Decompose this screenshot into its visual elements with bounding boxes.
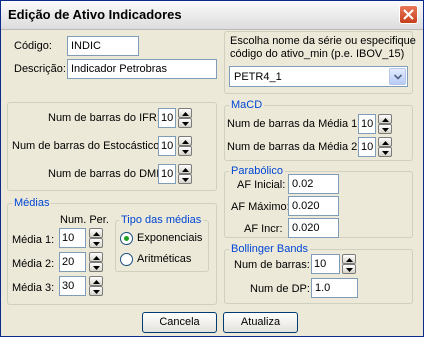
dialog-window: Edição de Ativo Indicadores Código: INDI… xyxy=(0,0,424,337)
media1-spin-up[interactable] xyxy=(89,228,103,238)
dmi-spin-up[interactable] xyxy=(178,164,192,174)
estocastico-input[interactable]: 10 xyxy=(158,136,176,156)
bollinger-dp-label: Num de DP: xyxy=(250,283,310,295)
descricao-label: Descrição: xyxy=(14,63,66,75)
dmi-spinner[interactable] xyxy=(178,164,192,184)
spin-down-icon xyxy=(382,128,389,132)
close-icon xyxy=(403,9,414,20)
tipo-medias-label: Tipo das médias xyxy=(119,214,204,226)
af-maximo-input[interactable]: 0.020 xyxy=(288,196,339,216)
bollinger-group-label: Bollinger Bands xyxy=(229,243,311,255)
spin-down-icon xyxy=(182,122,189,126)
spin-down-icon xyxy=(182,178,189,182)
radio-aritmeticas[interactable] xyxy=(120,253,133,266)
spin-up-icon xyxy=(182,140,189,144)
media3-spinner[interactable] xyxy=(89,276,103,296)
spin-up-icon xyxy=(93,232,100,236)
af-maximo-label: AF Máximo: xyxy=(231,201,290,213)
macd-group-label: MaCD xyxy=(229,99,265,111)
media3-label: Média 3: xyxy=(12,282,55,294)
window-title: Edição de Ativo Indicadores xyxy=(8,7,182,22)
ifr-spin-up[interactable] xyxy=(178,108,192,118)
media1-label: Média 1: xyxy=(12,234,55,246)
radio-selected-dot xyxy=(124,236,129,241)
spin-down-icon xyxy=(182,150,189,154)
serie-select-value: PETR4_1 xyxy=(234,71,282,83)
macd-media2-label: Num de barras da Média 2: xyxy=(227,141,361,153)
chevron-down-icon xyxy=(394,74,402,80)
media1-spin-down[interactable] xyxy=(89,238,103,248)
spin-up-icon xyxy=(93,256,100,260)
spin-up-icon xyxy=(382,141,389,145)
exponenciais-label[interactable]: Exponenciais xyxy=(137,231,202,245)
estocastico-spin-up[interactable] xyxy=(178,136,192,146)
cancel-button[interactable]: Cancela xyxy=(142,312,217,333)
macd-media2-input[interactable]: 10 xyxy=(358,137,376,157)
spin-down-icon xyxy=(346,268,353,272)
bollinger-barras-input[interactable]: 10 xyxy=(311,254,340,274)
spin-down-icon xyxy=(93,290,100,294)
macd-media1-spinner[interactable] xyxy=(378,114,392,134)
close-button[interactable] xyxy=(399,5,418,24)
af-inicial-input[interactable]: 0.02 xyxy=(288,174,339,194)
macd-media1-label: Num de barras da Média 1: xyxy=(227,118,361,130)
dmi-input[interactable]: 10 xyxy=(158,164,176,184)
media2-spin-down[interactable] xyxy=(89,262,103,272)
aritmeticas-label[interactable]: Aritméticas xyxy=(137,252,191,266)
radio-exponenciais[interactable] xyxy=(120,232,133,245)
media2-spinner[interactable] xyxy=(89,252,103,272)
media3-input[interactable]: 30 xyxy=(59,276,86,296)
media1-spinner[interactable] xyxy=(89,228,103,248)
medias-group-label: Médias xyxy=(12,197,52,209)
ifr-spinner[interactable] xyxy=(178,108,192,128)
media1-input[interactable]: 10 xyxy=(59,228,86,248)
ifr-input[interactable]: 10 xyxy=(158,108,176,128)
bollinger-barras-spin-up[interactable] xyxy=(342,254,356,264)
macd-media2-spinner[interactable] xyxy=(378,137,392,157)
spin-up-icon xyxy=(182,168,189,172)
serie-select-arrow[interactable] xyxy=(389,68,406,85)
macd-media2-spin-down[interactable] xyxy=(378,147,392,157)
estocastico-spin-down[interactable] xyxy=(178,146,192,156)
estocastico-spinner[interactable] xyxy=(178,136,192,156)
macd-media1-input[interactable]: 10 xyxy=(358,114,376,134)
spin-down-icon xyxy=(93,266,100,270)
media3-spin-down[interactable] xyxy=(89,286,103,296)
bollinger-barras-label: Num de barras: xyxy=(234,259,310,271)
bollinger-barras-spin-down[interactable] xyxy=(342,264,356,274)
spin-up-icon xyxy=(382,118,389,122)
title-bar: Edição de Ativo Indicadores xyxy=(1,1,423,30)
af-incr-input[interactable]: 0.020 xyxy=(288,218,339,238)
macd-media1-spin-up[interactable] xyxy=(378,114,392,124)
spin-up-icon xyxy=(93,280,100,284)
descricao-field[interactable]: Indicador Petrobras xyxy=(67,59,217,79)
macd-media1-spin-down[interactable] xyxy=(378,124,392,134)
media3-spin-up[interactable] xyxy=(89,276,103,286)
bollinger-barras-spinner[interactable] xyxy=(342,254,356,274)
media2-label: Média 2: xyxy=(12,258,55,270)
spin-up-icon xyxy=(346,258,353,262)
ifr-spin-down[interactable] xyxy=(178,118,192,128)
af-incr-label: AF Incr: xyxy=(244,223,283,235)
serie-select[interactable]: PETR4_1 xyxy=(229,66,408,87)
dmi-label: Num de barras do DMI: xyxy=(48,168,163,180)
af-inicial-label: AF Inicial: xyxy=(237,179,286,191)
codigo-field[interactable]: INDIC xyxy=(67,36,139,56)
dmi-spin-down[interactable] xyxy=(178,174,192,184)
num-per-label: Num. Per. xyxy=(60,214,109,226)
parabolico-group-label: Parabólico xyxy=(229,165,285,177)
media2-input[interactable]: 20 xyxy=(59,252,86,272)
media2-spin-up[interactable] xyxy=(89,252,103,262)
update-button[interactable]: Atualiza xyxy=(223,312,298,333)
serie-prompt-line2: código do ativo_min (p.e. IBOV_15) xyxy=(230,48,405,60)
spin-down-icon xyxy=(382,151,389,155)
codigo-label: Código: xyxy=(14,40,52,52)
spin-up-icon xyxy=(182,112,189,116)
macd-media2-spin-up[interactable] xyxy=(378,137,392,147)
ifr-label: Num de barras do IFR: xyxy=(48,112,160,124)
estocastico-label: Num de barras do Estocástico: xyxy=(12,140,163,152)
bollinger-dp-input[interactable]: 1.0 xyxy=(311,278,358,298)
serie-prompt-line1: Escolha nome da série ou especifique xyxy=(230,35,416,47)
spin-down-icon xyxy=(93,242,100,246)
